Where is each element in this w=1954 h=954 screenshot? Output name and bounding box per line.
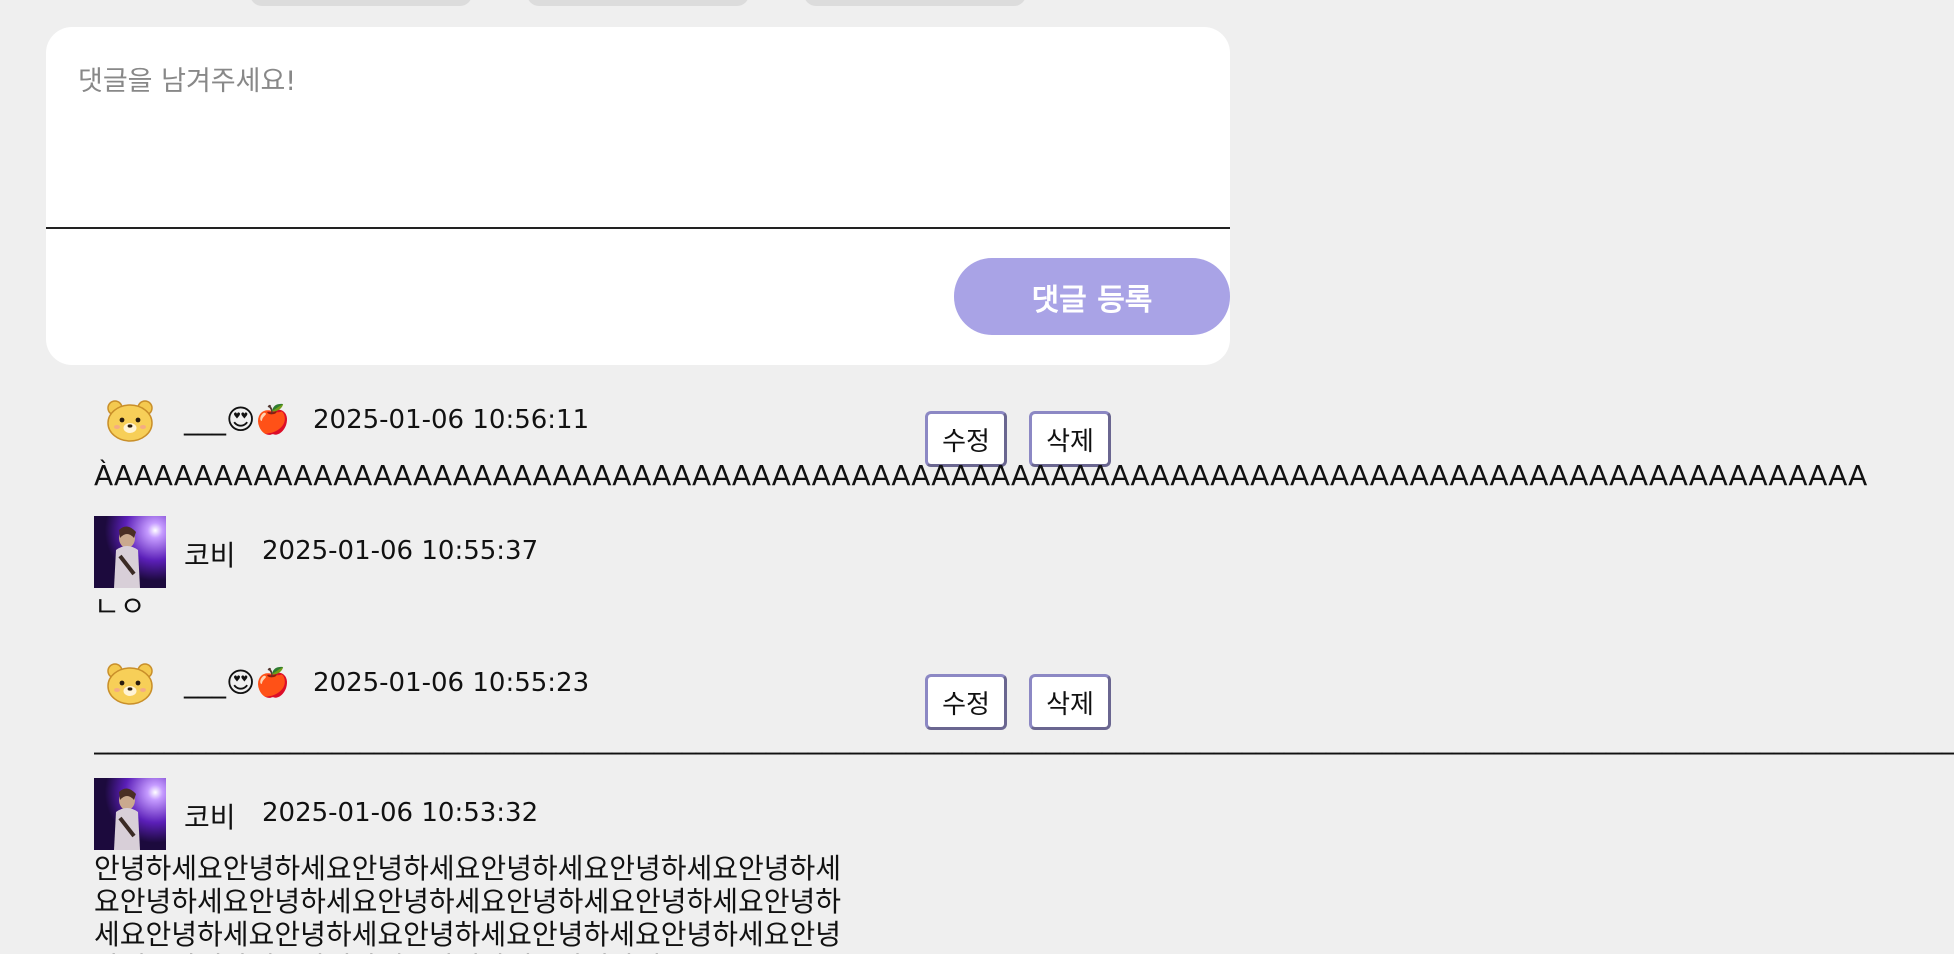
submit-comment-button[interactable]: 댓글 등록: [954, 258, 1230, 335]
comments-page: 댓글 등록 ___😍🍎 2025-01-06 10:56:11 수정 삭제 ÀA…: [0, 0, 1954, 954]
top-tab-pill-2[interactable]: [527, 0, 749, 6]
comment-author: 코비: [184, 801, 236, 834]
comment-author: 코비: [184, 539, 236, 572]
bear-avatar-icon: [106, 662, 154, 706]
comment-body: ÀAAAAAAAAAAAAAAAAAAAAAAAAAAAAAAAAAAAAAAA…: [94, 459, 1868, 492]
comment-author: ___😍🍎: [184, 666, 291, 699]
comment-date: 2025-01-06 10:55:37: [262, 536, 539, 566]
comment-author: ___😍🍎: [184, 403, 291, 436]
comment-date: 2025-01-06 10:56:11: [313, 405, 590, 435]
comment-body: ________________________________________…: [94, 722, 1954, 755]
concert-photo: [94, 516, 166, 588]
top-tab-pill-3[interactable]: [804, 0, 1026, 6]
comment-form: 댓글 등록: [46, 27, 1230, 365]
comment-body: 안녕하세요안녕하세요안녕하세요안녕하세요안녕하세요안녕하세요안녕하세요안녕하세요…: [94, 852, 842, 954]
concert-photo: [94, 778, 166, 850]
comment-date: 2025-01-06 10:55:23: [313, 668, 590, 698]
top-tab-pill-1[interactable]: [250, 0, 472, 6]
bear-avatar-icon: [106, 399, 154, 443]
comment-body: ㄴㅇ: [94, 590, 146, 623]
comment-date: 2025-01-06 10:53:32: [262, 798, 539, 828]
comment-input[interactable]: [46, 27, 1230, 229]
